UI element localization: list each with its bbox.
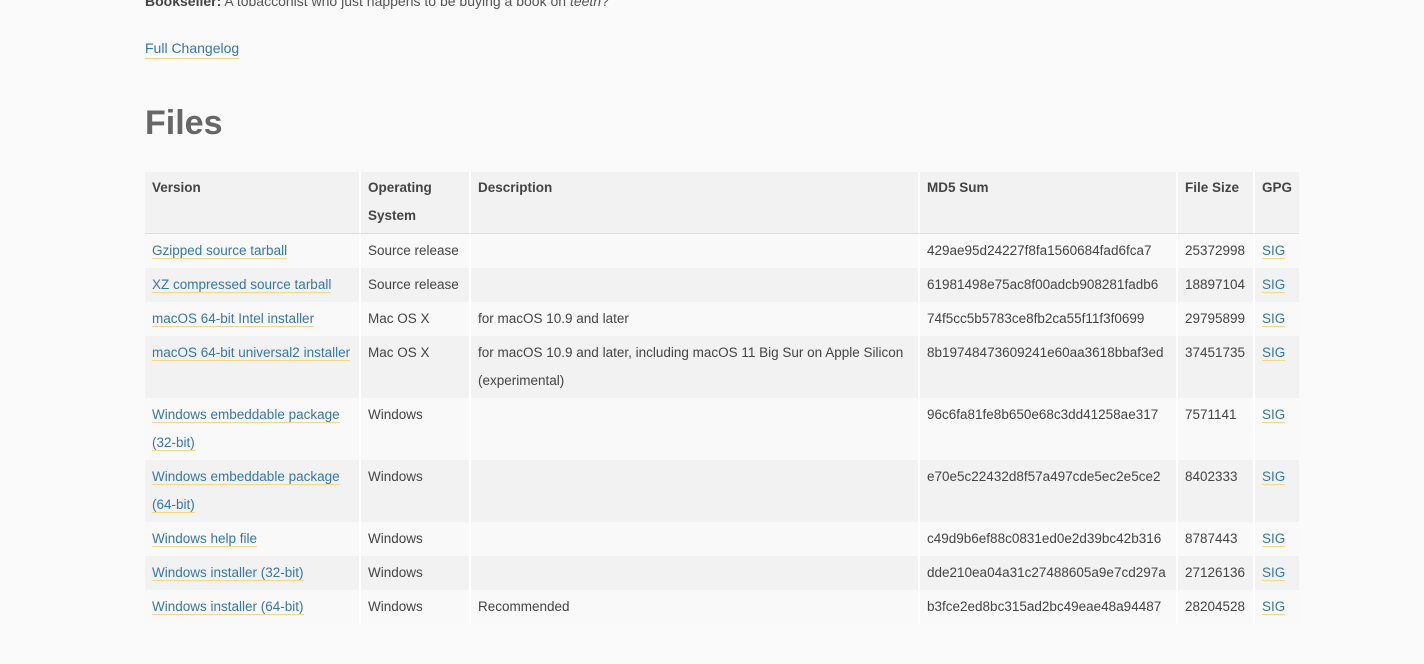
description-cell [471, 234, 920, 268]
gpg-cell: SIG [1255, 302, 1300, 336]
table-row: Windows embeddable package (64-bit) Wind… [145, 460, 1300, 522]
version-link[interactable]: Windows installer (32-bit) [152, 565, 304, 581]
sig-link[interactable]: SIG [1262, 311, 1286, 327]
md5-cell: e70e5c22432d8f57a497cde5ec2e5ce2 [920, 460, 1178, 522]
md5-cell: 8b19748473609241e60aa3618bbaf3ed [920, 336, 1178, 398]
description-cell [471, 398, 920, 460]
sig-link[interactable]: SIG [1262, 345, 1286, 361]
os-cell: Windows [361, 398, 471, 460]
table-row: Windows help file Windows c49d9b6ef88c08… [145, 522, 1300, 556]
version-link[interactable]: macOS 64-bit universal2 installer [152, 345, 351, 361]
table-row: Gzipped source tarball Source release 42… [145, 234, 1300, 268]
version-cell: macOS 64-bit Intel installer [145, 302, 361, 336]
file-size-cell: 25372998 [1178, 234, 1255, 268]
version-link[interactable]: Windows embeddable package (64-bit) [152, 469, 340, 513]
sig-link[interactable]: SIG [1262, 277, 1286, 293]
header-version: Version [145, 172, 361, 234]
description-cell [471, 522, 920, 556]
description-cell: for macOS 10.9 and later [471, 302, 920, 336]
description-cell [471, 460, 920, 522]
sig-link[interactable]: SIG [1262, 243, 1286, 259]
sig-link[interactable]: SIG [1262, 469, 1286, 485]
version-cell: Windows installer (32-bit) [145, 556, 361, 590]
file-size-cell: 18897104 [1178, 268, 1255, 302]
version-link[interactable]: Windows help file [152, 531, 258, 547]
sig-link[interactable]: SIG [1262, 599, 1286, 615]
description-cell: Recommended [471, 590, 920, 624]
file-size-cell: 8402333 [1178, 460, 1255, 522]
os-cell: Mac OS X [361, 336, 471, 398]
gpg-cell: SIG [1255, 556, 1300, 590]
header-md5-sum: MD5 Sum [920, 172, 1178, 234]
version-cell: Windows help file [145, 522, 361, 556]
version-link[interactable]: Windows embeddable package (32-bit) [152, 407, 340, 451]
os-cell: Windows [361, 556, 471, 590]
version-cell: Windows embeddable package (64-bit) [145, 460, 361, 522]
gpg-cell: SIG [1255, 336, 1300, 398]
description-cell [471, 556, 920, 590]
md5-cell: 429ae95d24227f8fa1560684fad6fca7 [920, 234, 1178, 268]
files-table-header-row: Version Operating System Description MD5… [145, 172, 1300, 234]
file-size-cell: 28204528 [1178, 590, 1255, 624]
intro-speaker: Bookseller: [145, 0, 222, 9]
version-link[interactable]: Gzipped source tarball [152, 243, 288, 259]
version-link[interactable]: macOS 64-bit Intel installer [152, 311, 315, 327]
intro-emphasis: teeth [569, 0, 602, 9]
files-table: Version Operating System Description MD5… [145, 172, 1300, 624]
header-operating-system: Operating System [361, 172, 471, 234]
gpg-cell: SIG [1255, 234, 1300, 268]
description-cell: for macOS 10.9 and later, including macO… [471, 336, 920, 398]
header-file-size: File Size [1178, 172, 1255, 234]
os-cell: Source release [361, 234, 471, 268]
md5-cell: 96c6fa81fe8b650e68c3dd41258ae317 [920, 398, 1178, 460]
md5-cell: 74f5cc5b5783ce8fb2ca55f11f3f0699 [920, 302, 1178, 336]
gpg-cell: SIG [1255, 590, 1300, 624]
sig-link[interactable]: SIG [1262, 407, 1286, 423]
md5-cell: b3fce2ed8bc315ad2bc49eae48a94487 [920, 590, 1178, 624]
header-gpg: GPG [1255, 172, 1300, 234]
gpg-cell: SIG [1255, 460, 1300, 522]
table-row: macOS 64-bit universal2 installer Mac OS… [145, 336, 1300, 398]
table-row: XZ compressed source tarball Source rele… [145, 268, 1300, 302]
version-cell: Windows embeddable package (32-bit) [145, 398, 361, 460]
os-cell: Windows [361, 522, 471, 556]
file-size-cell: 29795899 [1178, 302, 1255, 336]
table-row: Windows installer (32-bit) Windows dde21… [145, 556, 1300, 590]
os-cell: Source release [361, 268, 471, 302]
file-size-cell: 7571141 [1178, 398, 1255, 460]
os-cell: Windows [361, 460, 471, 522]
header-description: Description [471, 172, 920, 234]
version-cell: XZ compressed source tarball [145, 268, 361, 302]
gpg-cell: SIG [1255, 522, 1300, 556]
intro-text-before: A tobacconist who just happens to be buy… [221, 0, 570, 9]
md5-cell: dde210ea04a31c27488605a9e7cd297a [920, 556, 1178, 590]
version-cell: macOS 64-bit universal2 installer [145, 336, 361, 398]
version-link[interactable]: XZ compressed source tarball [152, 277, 332, 293]
description-cell [471, 268, 920, 302]
gpg-cell: SIG [1255, 398, 1300, 460]
file-size-cell: 8787443 [1178, 522, 1255, 556]
table-row: Windows installer (64-bit) Windows Recom… [145, 590, 1300, 624]
md5-cell: 61981498e75ac8f00adcb908281fadb6 [920, 268, 1178, 302]
file-size-cell: 27126136 [1178, 556, 1255, 590]
version-link[interactable]: Windows installer (64-bit) [152, 599, 304, 615]
md5-cell: c49d9b6ef88c0831ed0e2d39bc42b316 [920, 522, 1178, 556]
os-cell: Mac OS X [361, 302, 471, 336]
file-size-cell: 37451735 [1178, 336, 1255, 398]
os-cell: Windows [361, 590, 471, 624]
full-changelog-link[interactable]: Full Changelog [145, 38, 240, 59]
intro-quote: Bookseller: A tobacconist who just happe… [145, 0, 609, 10]
page: Bookseller: A tobacconist who just happe… [0, 0, 1424, 664]
sig-link[interactable]: SIG [1262, 531, 1286, 547]
gpg-cell: SIG [1255, 268, 1300, 302]
files-heading: Files [145, 104, 223, 142]
intro-text-after: ? [601, 0, 609, 9]
version-cell: Gzipped source tarball [145, 234, 361, 268]
table-row: Windows embeddable package (32-bit) Wind… [145, 398, 1300, 460]
version-cell: Windows installer (64-bit) [145, 590, 361, 624]
sig-link[interactable]: SIG [1262, 565, 1286, 581]
table-row: macOS 64-bit Intel installer Mac OS X fo… [145, 302, 1300, 336]
